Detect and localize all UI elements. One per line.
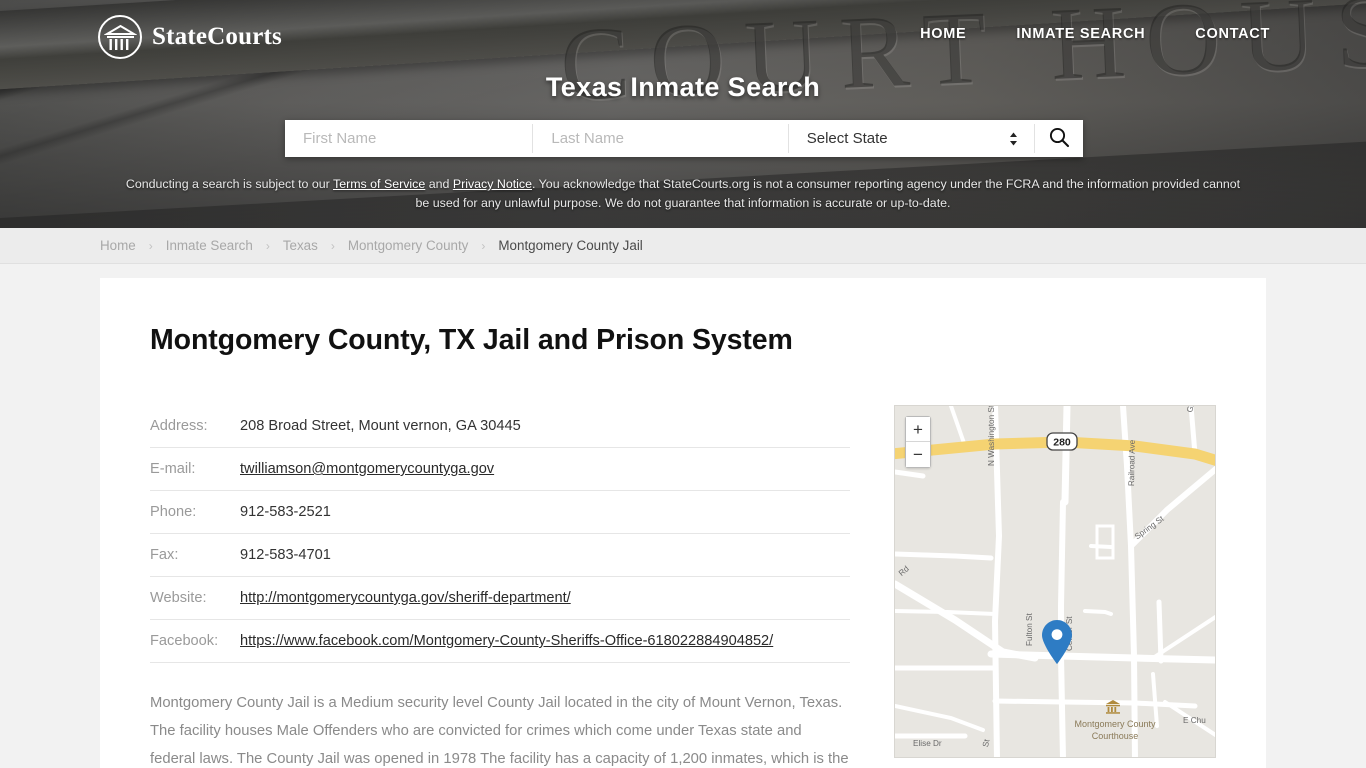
- facility-facts-table: Address: 208 Broad Street, Mount vernon,…: [150, 405, 850, 663]
- search-disclaimer: Conducting a search is subject to our Te…: [0, 175, 1366, 213]
- chevron-updown-icon: [1009, 131, 1018, 146]
- breadcrumb: Home › Inmate Search › Texas › Montgomer…: [100, 238, 643, 253]
- disclaimer-part3: . You acknowledge that StateCourts.org i…: [415, 177, 1241, 210]
- map-label-elise-dr: Elise Dr: [913, 739, 942, 748]
- table-row: Facebook: https://www.facebook.com/Montg…: [150, 619, 850, 663]
- breadcrumb-item-inmate-search[interactable]: Inmate Search: [166, 238, 253, 253]
- fact-value-facebook: https://www.facebook.com/Montgomery-Coun…: [240, 619, 850, 663]
- highway-280-shield: 280: [1046, 432, 1078, 451]
- table-row: Address: 208 Broad Street, Mount vernon,…: [150, 405, 850, 448]
- map-zoom-out-button[interactable]: −: [906, 442, 930, 467]
- map-zoom-controls: + −: [905, 416, 931, 468]
- fact-key-website: Website:: [150, 576, 240, 620]
- breadcrumb-item-home[interactable]: Home: [100, 238, 136, 253]
- facility-details-column: Address: 208 Broad Street, Mount vernon,…: [150, 405, 850, 768]
- fact-key-facebook: Facebook:: [150, 619, 240, 663]
- map-label-railroad-ave: Railroad Ave: [1127, 439, 1137, 487]
- chevron-right-icon: ›: [330, 238, 335, 253]
- breadcrumb-item-texas[interactable]: Texas: [283, 238, 318, 253]
- fact-value-email: twilliamson@montgomerycountyga.gov: [240, 447, 850, 491]
- svg-text:280: 280: [1053, 437, 1071, 449]
- nav-home[interactable]: HOME: [920, 26, 966, 42]
- fact-value-address: 208 Broad Street, Mount vernon, GA 30445: [240, 405, 850, 448]
- fact-value-phone: 912-583-2521: [240, 490, 850, 534]
- fact-value-fax: 912-583-4701: [240, 533, 850, 577]
- chevron-right-icon: ›: [265, 238, 270, 253]
- fact-key-email: E-mail:: [150, 447, 240, 491]
- last-name-input[interactable]: [533, 120, 788, 157]
- brand-name: StateCourts: [152, 23, 282, 50]
- table-row: Fax: 912-583-4701: [150, 533, 850, 577]
- breadcrumb-bar: Home › Inmate Search › Texas › Montgomer…: [0, 228, 1366, 264]
- breadcrumb-item-current: Montgomery County Jail: [498, 238, 643, 253]
- location-map[interactable]: 280 N Washington St Glady Railroad Ave S…: [894, 405, 1216, 758]
- search-submit-button[interactable]: [1035, 120, 1083, 157]
- content-card: Montgomery County, TX Jail and Prison Sy…: [100, 278, 1266, 768]
- map-label-fulton-st: Fulton St: [1025, 613, 1034, 646]
- hero-title: Texas Inmate Search: [545, 72, 821, 102]
- courthouse-circle-icon: [98, 15, 142, 59]
- map-label-st: St: [981, 738, 992, 748]
- map-label-e-chu: E Chu: [1183, 716, 1206, 725]
- email-link[interactable]: twilliamson@montgomerycountyga.gov: [240, 461, 494, 477]
- fact-key-fax: Fax:: [150, 533, 240, 577]
- fact-key-address: Address:: [150, 405, 240, 448]
- table-row: E-mail: twilliamson@montgomerycountyga.g…: [150, 447, 850, 491]
- disclaimer-part1: Conducting a search is subject to our: [125, 177, 333, 191]
- table-row: Phone: 912-583-2521: [150, 490, 850, 534]
- website-link[interactable]: http://montgomerycountyga.gov/sheriff-de…: [240, 590, 571, 606]
- inmate-search-form: Select State: [285, 120, 1083, 157]
- privacy-notice-link[interactable]: Privacy Notice: [453, 177, 532, 191]
- breadcrumb-item-montgomery-county[interactable]: Montgomery County: [348, 238, 469, 253]
- nav-inmate-search[interactable]: INMATE SEARCH: [1016, 26, 1145, 42]
- chevron-right-icon: ›: [481, 238, 486, 253]
- poi-label-courthouse: Montgomery County Courthouse: [1074, 719, 1156, 741]
- top-navigation: HOME INMATE SEARCH CONTACT: [920, 26, 1270, 42]
- state-select[interactable]: Select State: [789, 120, 1034, 157]
- page-title: Montgomery County, TX Jail and Prison Sy…: [150, 324, 793, 356]
- disclaimer-part2: and: [425, 177, 453, 191]
- map-canvas: 280: [895, 406, 1215, 757]
- search-icon: [1048, 126, 1070, 151]
- facebook-link[interactable]: https://www.facebook.com/Montgomery-Coun…: [240, 633, 773, 649]
- site-header: COURT HOUSE StateCourts HOME INMATE SEAR…: [0, 0, 1366, 228]
- state-select-value: Select State: [806, 130, 888, 147]
- map-column: 280 N Washington St Glady Railroad Ave S…: [894, 405, 1216, 768]
- map-zoom-in-button[interactable]: +: [906, 417, 930, 442]
- facility-description: Montgomery County Jail is a Medium secur…: [150, 695, 849, 767]
- fact-key-phone: Phone:: [150, 490, 240, 534]
- first-name-input[interactable]: [285, 120, 533, 157]
- brand-logo-link[interactable]: StateCourts: [98, 15, 282, 59]
- fact-value-website: http://montgomerycountyga.gov/sheriff-de…: [240, 576, 850, 620]
- chevron-right-icon: ›: [148, 238, 153, 253]
- nav-contact[interactable]: CONTACT: [1195, 26, 1270, 42]
- terms-of-service-link[interactable]: Terms of Service: [333, 177, 425, 191]
- map-label-n-washington-st: N Washington St: [987, 405, 996, 466]
- table-row: Website: http://montgomerycountyga.gov/s…: [150, 576, 850, 620]
